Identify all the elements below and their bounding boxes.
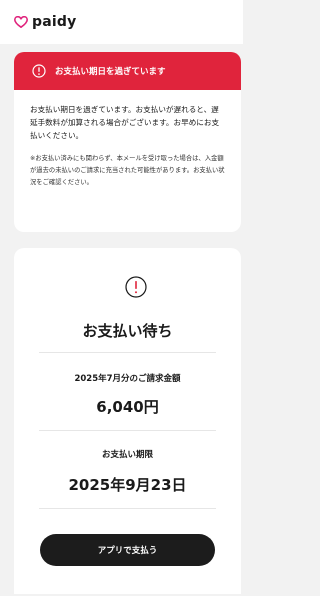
exclamation-circle-icon [32, 64, 46, 78]
alert-message: お支払い期日を過ぎています。お支払いが遅れると、遅延手数料が加算される場合がござ… [30, 105, 220, 140]
exclamation-circle-icon [125, 276, 147, 298]
payment-status-card: お支払い待ち 2025年7月分のご請求金額 6,040円 お支払い期限 2025… [14, 248, 241, 594]
brand-name: paidy [32, 14, 77, 30]
overdue-alert-card: お支払い期日を過ぎています お支払い期日を過ぎています。お支払いが遅れると、遅延… [14, 52, 241, 232]
pay-in-app-button[interactable]: アプリで支払う [40, 534, 215, 566]
alert-body: お支払い期日を過ぎています。お支払いが遅れると、遅延手数料が加算される場合がござ… [14, 103, 241, 189]
alert-title: お支払い期日を過ぎています [55, 67, 166, 77]
divider [39, 508, 216, 509]
paidy-logo: paidy [14, 14, 76, 30]
due-date-value: 2025年9月23日 [68, 476, 187, 494]
alert-note: ※お支払い済みにも関わらず、本メールを受け取った場合は、入金額が過去の未払いのご… [30, 155, 225, 186]
due-date-label: お支払い期限 [101, 450, 153, 460]
amount-value: 6,040円 [96, 398, 159, 416]
alert-header: お支払い期日を過ぎています [14, 52, 241, 90]
paidy-logo-icon [14, 16, 28, 28]
status-title: お支払い待ち [82, 322, 173, 340]
app-header: paidy [0, 0, 243, 44]
divider [39, 352, 216, 353]
divider [39, 430, 216, 431]
amount-label: 2025年7月分のご請求金額 [74, 374, 181, 384]
